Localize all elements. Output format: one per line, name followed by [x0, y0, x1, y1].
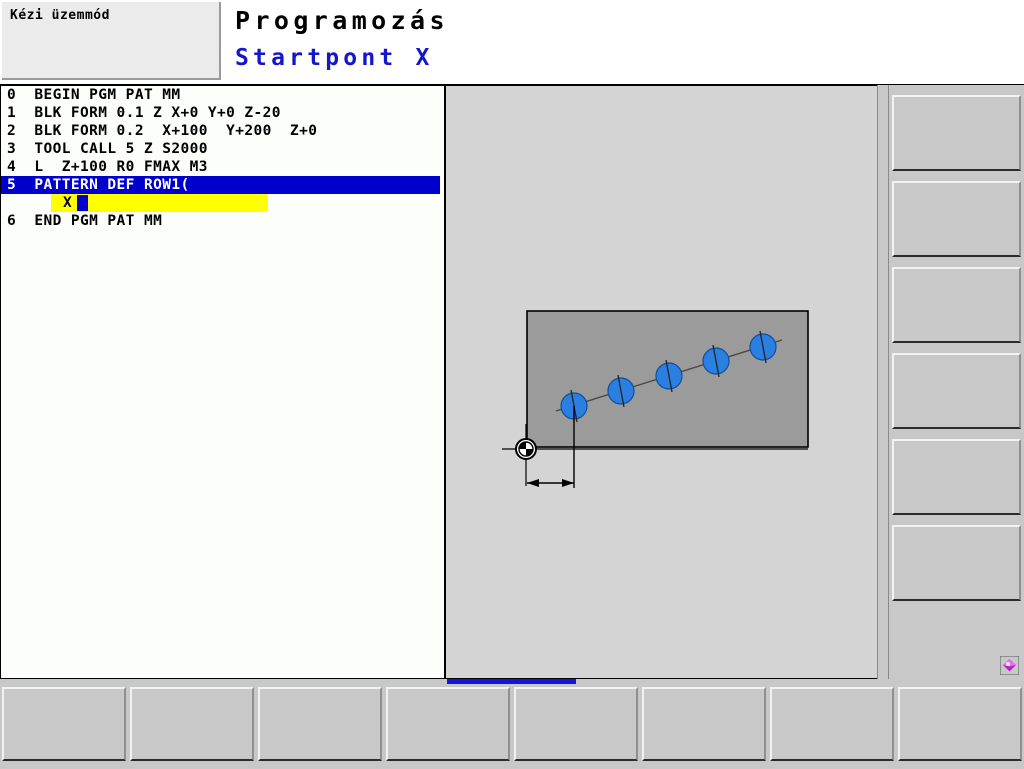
program-line[interactable]: 0 BEGIN PGM PAT MM — [1, 86, 444, 104]
operating-mode-box[interactable]: Kézi üzemmód — [2, 2, 221, 80]
startpoint-x-input[interactable]: X — [51, 194, 268, 212]
program-line[interactable]: 2 BLK FORM 0.2 X+100 Y+200 Z+0 — [1, 122, 444, 140]
startpoint-x-value: X — [63, 195, 72, 211]
right-softkey-2[interactable] — [892, 181, 1021, 257]
right-rail-strip — [877, 85, 889, 679]
bottom-softkey-2[interactable] — [130, 687, 254, 761]
right-softkey-column — [889, 85, 1024, 679]
bottom-softkey-7[interactable] — [770, 687, 894, 761]
bottom-softkey-1[interactable] — [2, 687, 126, 761]
pattern-preview-svg — [502, 310, 809, 488]
right-softkey-5[interactable] — [892, 439, 1021, 515]
bottom-softkey-4[interactable] — [386, 687, 510, 761]
dimension-line — [527, 479, 574, 487]
parameter-edit-row[interactable]: X — [1, 194, 444, 212]
program-line[interactable]: 1 BLK FORM 0.1 Z X+0 Y+0 Z-20 — [1, 104, 444, 122]
header-bar: Kézi üzemmód Programozás Startpont X — [0, 0, 1024, 84]
right-softkey-6[interactable] — [892, 525, 1021, 601]
bottom-softkey-row — [0, 679, 1024, 769]
cnc-control-screen: Kézi üzemmód Programozás Startpont X 0 B… — [0, 0, 1024, 769]
bottom-softkey-5[interactable] — [514, 687, 638, 761]
program-line[interactable]: 6 END PGM PAT MM — [1, 212, 444, 230]
active-softkey-indicator — [447, 679, 576, 684]
main-area: 0 BEGIN PGM PAT MM 1 BLK FORM 0.1 Z X+0 … — [0, 85, 1024, 679]
right-softkey-3[interactable] — [892, 267, 1021, 343]
program-line-selected[interactable]: 5 PATTERN DEF ROW1( — [1, 176, 440, 194]
bottom-softkey-8[interactable] — [898, 687, 1022, 761]
right-softkey-1[interactable] — [892, 95, 1021, 171]
diamond-icon[interactable] — [1000, 656, 1019, 675]
right-softkey-4[interactable] — [892, 353, 1021, 429]
operating-mode-label: Kézi üzemmód — [10, 8, 110, 23]
program-line[interactable]: 4 L Z+100 R0 FMAX M3 — [1, 158, 444, 176]
program-line[interactable]: 3 TOOL CALL 5 Z S2000 — [1, 140, 444, 158]
title-area: Programozás Startpont X — [225, 0, 1024, 84]
text-cursor — [77, 195, 88, 211]
bottom-softkey-3[interactable] — [258, 687, 382, 761]
bottom-softkey-6[interactable] — [642, 687, 766, 761]
page-subtitle: Startpont X — [235, 45, 434, 71]
program-listing[interactable]: 0 BEGIN PGM PAT MM 1 BLK FORM 0.1 Z X+0 … — [1, 86, 444, 678]
page-title: Programozás — [235, 6, 449, 35]
pattern-graphics-pane[interactable] — [446, 86, 887, 678]
